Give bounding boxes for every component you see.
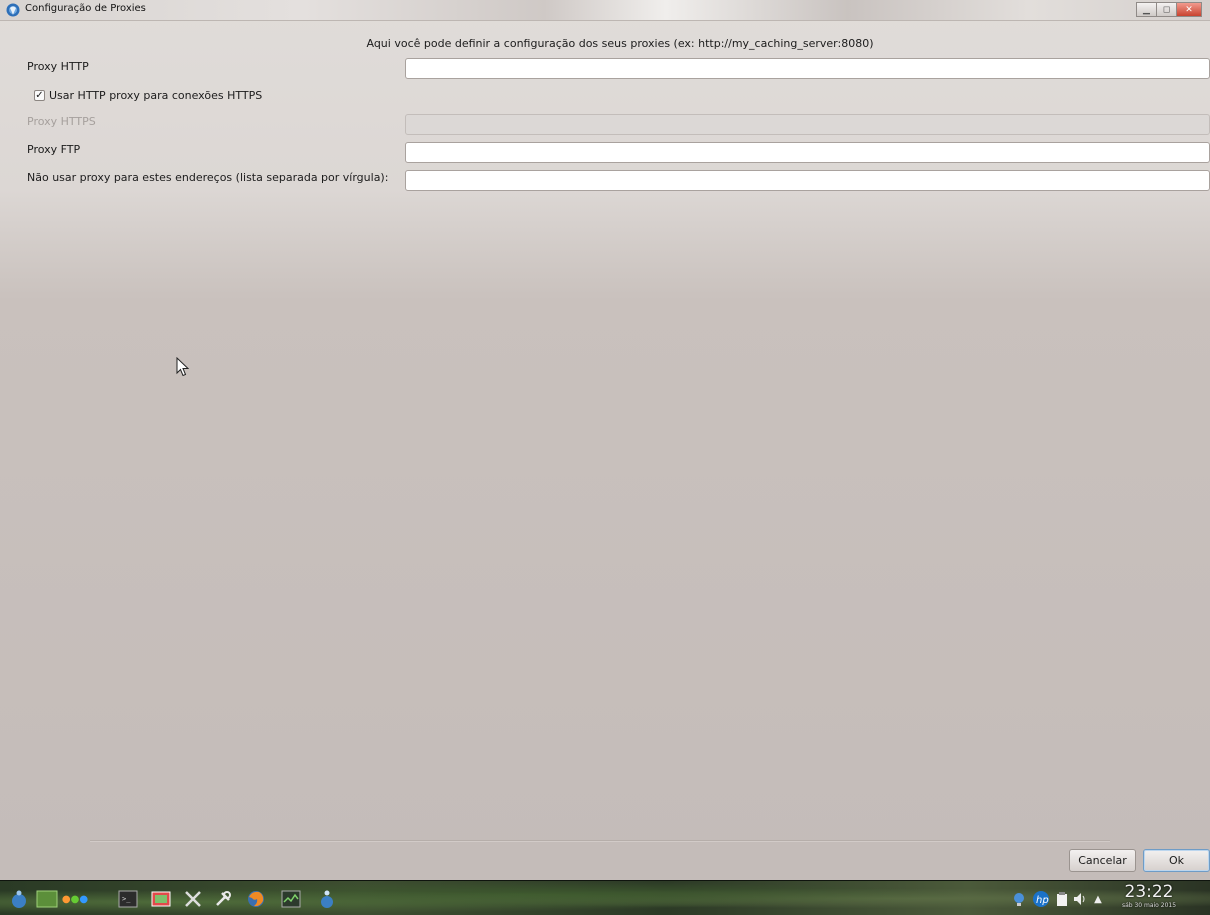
proxy-https-label: Proxy HTTPS — [27, 115, 96, 128]
volume-icon[interactable] — [1073, 892, 1087, 906]
checkbox-box[interactable]: ✓ — [34, 90, 45, 101]
image-viewer-icon[interactable] — [150, 888, 172, 910]
use-http-for-https-label: Usar HTTP proxy para conexões HTTPS — [49, 89, 263, 102]
button-separator — [90, 840, 1110, 842]
settings-icon[interactable] — [212, 888, 234, 910]
terminal-icon[interactable]: >_ — [117, 888, 139, 910]
close-button[interactable]: ✕ — [1176, 2, 1202, 17]
desktop-icon[interactable] — [36, 888, 58, 910]
proxy-http-label: Proxy HTTP — [27, 60, 89, 73]
intro-text: Aqui você pode definir a configuração do… — [366, 37, 874, 50]
taskbar: ● ● ● >_ hp ▲ — [0, 880, 1210, 915]
close-icon: ✕ — [1185, 4, 1193, 15]
no-proxy-input[interactable] — [405, 170, 1210, 191]
proxy-http-input[interactable] — [405, 58, 1210, 79]
firefox-icon[interactable] — [245, 888, 267, 910]
proxy-config-window: Configuração de Proxies ▁ ◻ ✕ Aqui você … — [0, 0, 1210, 880]
window-controls: ▁ ◻ ✕ — [1136, 2, 1202, 17]
expand-arrow-icon[interactable]: ▲ — [1091, 892, 1105, 906]
no-proxy-label: Não usar proxy para estes endereços (lis… — [27, 171, 389, 184]
mageia-icon[interactable] — [316, 888, 338, 910]
tools-icon[interactable] — [182, 888, 204, 910]
minimize-icon: ▁ — [1143, 4, 1150, 15]
proxy-https-input — [405, 114, 1210, 135]
network-icon[interactable] — [1012, 892, 1026, 906]
proxy-ftp-input[interactable] — [405, 142, 1210, 163]
proxy-ftp-label: Proxy FTP — [27, 143, 81, 156]
svg-text:hp: hp — [1036, 895, 1049, 906]
ok-button[interactable]: Ok — [1143, 849, 1210, 872]
cancel-button[interactable]: Cancelar — [1069, 849, 1136, 872]
window-title: Configuração de Proxies — [25, 3, 146, 14]
checkmark-icon: ✓ — [35, 90, 44, 101]
svg-text:>_: >_ — [122, 895, 131, 903]
mouse-cursor-icon — [176, 357, 190, 377]
minimize-button[interactable]: ▁ — [1136, 2, 1157, 17]
title-bar[interactable]: Configuração de Proxies ▁ ◻ ✕ — [0, 0, 1210, 21]
system-monitor-icon[interactable] — [280, 888, 302, 910]
maximize-icon: ◻ — [1162, 4, 1171, 15]
dots-icon[interactable]: ● ● ● — [62, 888, 88, 910]
maximize-button[interactable]: ◻ — [1156, 2, 1177, 17]
clock[interactable]: 23:22 sáb 30 maio 2015 — [1114, 880, 1184, 910]
clipboard-icon[interactable] — [1055, 892, 1069, 906]
clock-date: sáb 30 maio 2015 — [1121, 902, 1177, 909]
mageia-app-icon — [6, 3, 20, 17]
app-menu-icon[interactable] — [8, 888, 30, 910]
use-http-for-https-checkbox[interactable]: ✓ Usar HTTP proxy para conexões HTTPS — [34, 89, 262, 102]
clock-time: 23:22 — [1124, 882, 1174, 902]
hp-icon[interactable]: hp — [1032, 890, 1050, 908]
